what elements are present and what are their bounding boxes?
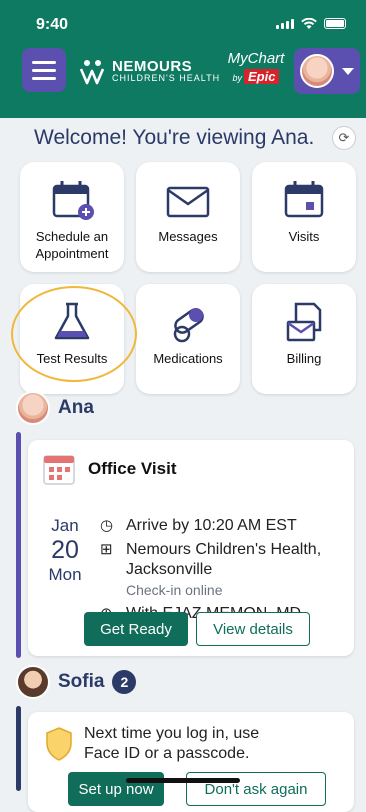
patient-rail-sofia	[16, 706, 21, 791]
tile-label: Visits	[288, 229, 320, 244]
calendar-icon	[284, 181, 324, 218]
count-badge: 2	[112, 670, 137, 694]
visit-date: Jan 20 Mon	[42, 516, 88, 585]
refresh-icon[interactable]: ⟳	[332, 126, 356, 150]
patient-name: Sofia	[58, 671, 105, 692]
faceid-prompt-card: Next time you log in, use Face ID or a p…	[28, 712, 354, 812]
shield-icon	[46, 727, 72, 761]
calendar-icon	[43, 455, 75, 485]
faceid-line-2: Face ID or a passcode.	[84, 745, 250, 762]
visit-location-1: Nemours Children's Health,	[126, 541, 322, 558]
faceid-text: Next time you log in, use Face ID or a p…	[84, 724, 344, 764]
view-details-button[interactable]: View details	[196, 612, 310, 646]
avatar	[16, 665, 50, 699]
test-results-highlight	[11, 286, 137, 382]
calendar-add-icon	[52, 181, 94, 220]
menu-button[interactable]	[22, 48, 66, 92]
tile-label: Billing	[286, 351, 322, 366]
visit-day: 20	[51, 536, 79, 564]
patient-header-sofia[interactable]: Sofia 2	[16, 664, 137, 700]
account-switcher-button[interactable]	[294, 48, 360, 94]
avatar	[300, 54, 334, 88]
signal-icon	[276, 18, 294, 29]
document-envelope-icon	[286, 302, 322, 342]
battery-icon	[324, 18, 346, 29]
home-indicator[interactable]	[126, 778, 240, 783]
patient-name: Ana	[58, 397, 94, 418]
tile-schedule-appointment[interactable]: Schedule an Appointment	[20, 162, 124, 272]
visit-arrive: Arrive by 10:20 AM EST	[126, 517, 297, 534]
tile-messages[interactable]: Messages	[136, 162, 240, 272]
status-time: 9:40	[36, 16, 69, 33]
logo-line-1: NEMOURS	[112, 58, 193, 75]
epic-logo: Epic	[244, 69, 280, 84]
status-bar: 9:40	[0, 0, 366, 42]
faceid-line-1: Next time you log in, use	[84, 725, 260, 742]
envelope-icon	[166, 186, 210, 218]
chevron-down-icon	[342, 67, 354, 75]
mychart-logo: MyChart by Epic	[224, 50, 288, 86]
mychart-wordmark: MyChart	[227, 50, 285, 67]
visit-card[interactable]: Office Visit Jan 20 Mon ◷ Arrive by 10:2…	[28, 440, 354, 656]
welcome-text: Welcome! You're viewing Ana.	[34, 126, 315, 149]
visit-title: Office Visit	[88, 459, 177, 478]
nemours-logo-icon	[79, 60, 105, 85]
visit-location-2: Jacksonville	[126, 561, 213, 578]
tile-medications[interactable]: Medications	[136, 284, 240, 394]
patient-rail-ana	[16, 432, 21, 658]
avatar	[16, 391, 50, 425]
tile-label: Medications	[153, 351, 223, 366]
tile-label: Schedule an Appointment	[35, 229, 109, 261]
visit-checkin: Check-in online	[126, 582, 223, 598]
patient-header-ana[interactable]: Ana	[16, 390, 94, 426]
wifi-icon	[301, 18, 317, 29]
status-icons	[276, 18, 346, 29]
get-ready-button[interactable]: Get Ready	[84, 612, 188, 646]
tile-label: Messages	[158, 229, 218, 244]
tile-visits[interactable]: Visits	[252, 162, 356, 272]
hospital-icon: ⊞	[100, 541, 113, 558]
tile-billing[interactable]: Billing	[252, 284, 356, 394]
pill-icon	[173, 308, 204, 343]
nemours-logo: NEMOURS CHILDREN'S HEALTH	[78, 54, 220, 88]
logo-line-2: CHILDREN'S HEALTH	[112, 73, 221, 83]
mychart-by: by	[232, 73, 243, 83]
visit-weekday: Mon	[48, 565, 82, 584]
welcome-banner: Welcome! You're viewing Ana. ⟳	[0, 118, 366, 158]
visit-month: Jan	[51, 516, 79, 535]
clock-icon: ◷	[100, 517, 114, 534]
app-header: 9:40 NEMOURS CHILDREN'S HEALTH MyChart b…	[0, 0, 366, 120]
